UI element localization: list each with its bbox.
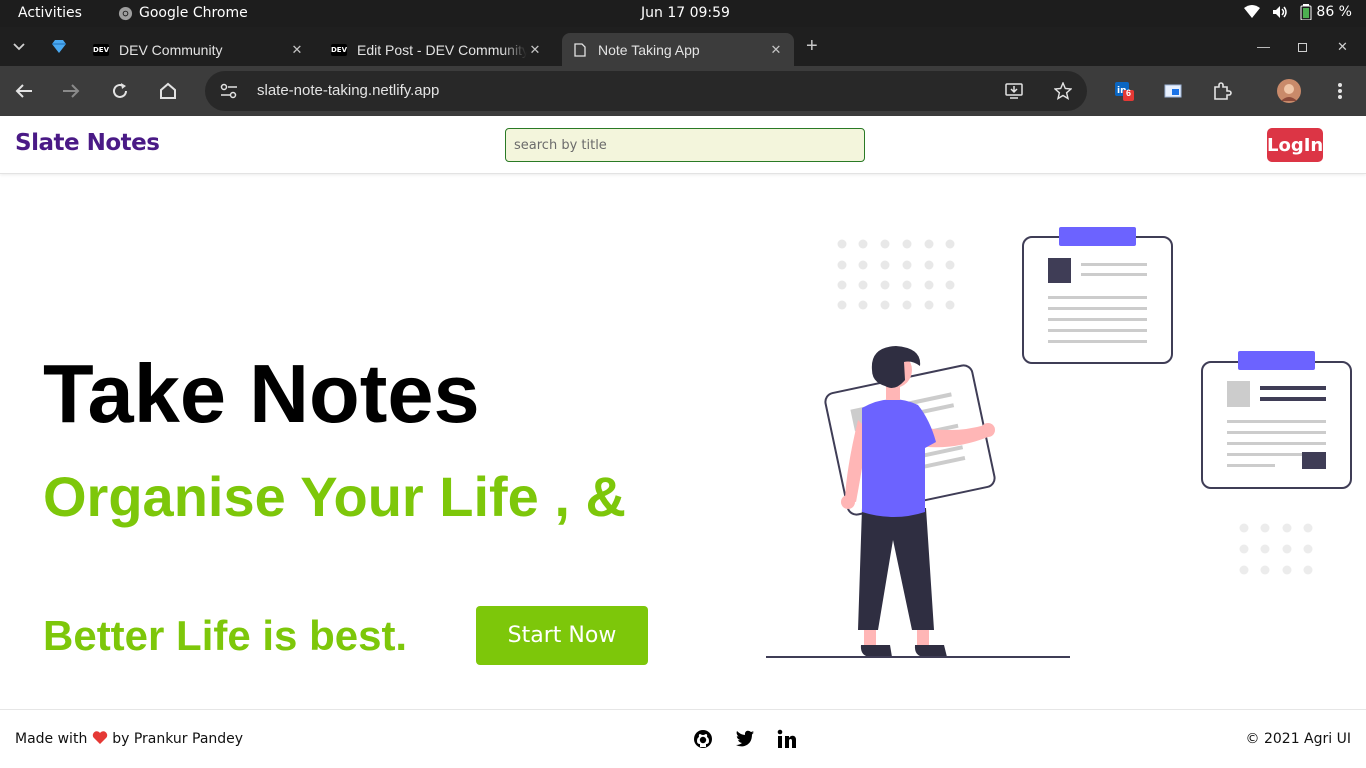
maximize-icon[interactable] <box>1298 43 1307 52</box>
chrome-icon <box>118 6 133 20</box>
tab-title: Note Taking App <box>598 41 700 58</box>
tab-title: DEV Community <box>119 41 223 58</box>
tab-strip: DEV DEV Community ✕ DEV Edit Post - DEV … <box>0 27 1366 66</box>
new-tab-button[interactable]: + <box>806 35 818 58</box>
install-app-icon[interactable] <box>1005 83 1023 99</box>
dev-logo-icon: DEV <box>93 43 110 56</box>
browser-toolbar: slate-note-taking.netlify.app in 6 <box>0 66 1366 116</box>
note-card-top <box>1022 227 1173 364</box>
battery-icon <box>1300 4 1312 20</box>
linkedin-extension-icon[interactable]: in 6 <box>1112 79 1136 103</box>
home-icon[interactable] <box>156 79 180 103</box>
tab-note-taking-app[interactable]: Note Taking App ✕ <box>562 33 794 66</box>
github-icon[interactable] <box>693 729 713 749</box>
hero-illustration <box>766 227 1352 658</box>
web-page: Slate Notes LogIn Take Notes Organise Yo… <box>0 116 1366 768</box>
brand-logo[interactable]: Slate Notes <box>15 130 160 156</box>
system-top-bar: Activities Google Chrome Jun 17 09:59 86… <box>0 0 1366 27</box>
site-navbar: Slate Notes LogIn <box>0 116 1366 174</box>
battery-indicator: 86 % <box>1300 4 1352 20</box>
reload-icon[interactable] <box>108 79 132 103</box>
dot-grid-decoration <box>1239 523 1313 575</box>
tab-search-icon[interactable] <box>13 43 25 51</box>
avatar[interactable] <box>1277 79 1301 103</box>
site-footer: Made with by Prankur Pandey © 2021 Agri … <box>0 709 1366 768</box>
battery-percent: 86 % <box>1316 4 1352 20</box>
wifi-icon <box>1244 5 1261 18</box>
menu-kebab-icon[interactable] <box>1328 79 1352 103</box>
app-name: Google Chrome <box>139 5 248 21</box>
site-info-icon[interactable] <box>220 83 238 99</box>
activities-button[interactable]: Activities <box>18 5 82 21</box>
address-bar[interactable]: slate-note-taking.netlify.app <box>205 71 1087 111</box>
extensions-puzzle-icon[interactable] <box>1210 79 1234 103</box>
status-area[interactable]: 86 % <box>1244 4 1352 20</box>
bookmark-star-icon[interactable] <box>1054 82 1072 100</box>
heart-icon <box>92 731 107 744</box>
linkedin-icon[interactable] <box>777 729 797 749</box>
clock[interactable]: Jun 17 09:59 <box>641 5 730 21</box>
close-icon[interactable]: ✕ <box>289 42 305 58</box>
close-icon[interactable]: ✕ <box>527 42 543 58</box>
tab-edit-post[interactable]: DEV Edit Post - DEV Community ✕ <box>321 33 553 66</box>
hero-title: Take Notes <box>43 347 480 440</box>
document-icon <box>572 42 588 58</box>
pinned-tab-gem-icon[interactable] <box>52 40 66 53</box>
volume-icon <box>1273 6 1288 18</box>
search-input[interactable] <box>505 128 865 162</box>
dev-logo-icon: DEV <box>331 43 348 56</box>
ground-line <box>766 656 1070 658</box>
made-prefix: Made with <box>15 731 88 747</box>
extension-badge: 6 <box>1126 88 1132 98</box>
twitter-icon[interactable] <box>735 729 755 747</box>
back-icon[interactable] <box>12 79 36 103</box>
close-icon[interactable]: ✕ <box>768 42 784 58</box>
dot-grid-decoration <box>837 239 955 310</box>
minimize-icon[interactable]: — <box>1257 39 1270 54</box>
made-suffix: by Prankur Pandey <box>112 731 244 747</box>
social-links <box>693 729 797 749</box>
screenshot-extension-icon[interactable] <box>1161 79 1185 103</box>
url-text: slate-note-taking.netlify.app <box>257 82 440 99</box>
hero-subtitle-line1: Organise Your Life , & <box>43 465 626 528</box>
start-now-button[interactable]: Start Now <box>476 606 648 665</box>
note-card-right <box>1201 351 1352 489</box>
login-button[interactable]: LogIn <box>1267 128 1323 162</box>
hero-subtitle-line2: Better Life is best. <box>43 612 408 659</box>
forward-icon[interactable] <box>59 79 83 103</box>
window-close-icon[interactable]: ✕ <box>1337 39 1348 55</box>
made-with-credit: Made with by Prankur Pandey <box>15 731 243 747</box>
copyright: © 2021 Agri UI <box>1245 731 1351 747</box>
tab-dev-community[interactable]: DEV DEV Community ✕ <box>83 33 315 66</box>
tab-title: Edit Post - DEV Community <box>357 41 527 58</box>
app-menu[interactable]: Google Chrome <box>118 5 248 21</box>
